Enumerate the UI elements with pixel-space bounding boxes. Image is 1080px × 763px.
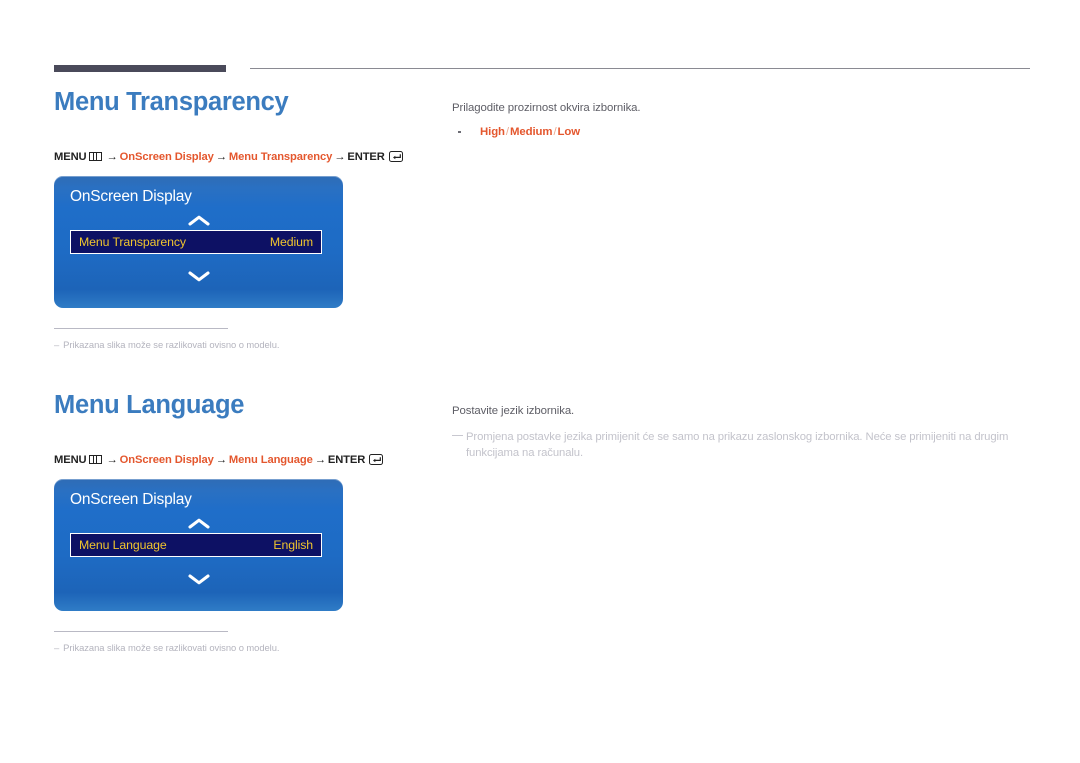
breadcrumb: MENU → OnScreen Display → Menu Language → ENTE…	[54, 454, 384, 466]
osd-scroll-up[interactable]	[54, 517, 343, 530]
footnote-dash: –	[54, 339, 60, 350]
chevron-up-icon	[187, 215, 210, 226]
option-medium[interactable]: Medium	[510, 126, 553, 138]
breadcrumb-arrow-1: →	[106, 454, 118, 466]
description-menu-transparency: Prilagodite prozirnost okvira izbornika.…	[452, 100, 1012, 141]
breadcrumb-arrow-2: →	[215, 151, 227, 163]
option-list: High/Medium/Low	[452, 124, 1012, 141]
enter-return-icon	[369, 454, 384, 465]
chevron-down-icon	[187, 271, 210, 282]
chevron-up-icon	[187, 518, 210, 529]
chevron-down-icon	[187, 574, 210, 585]
breadcrumb-enter-label: ENTER	[327, 454, 366, 466]
footnote: – Prikazana slika može se razlikovati ovi…	[54, 339, 279, 350]
breadcrumb-item-menu-language[interactable]: Menu Language	[229, 454, 313, 466]
option-high[interactable]: High	[480, 126, 505, 138]
page-title: Menu Transparency	[54, 88, 289, 116]
breadcrumb-arrow-3: →	[334, 151, 346, 163]
description-menu-language: Postavite jezik izbornika. Promjena post…	[452, 403, 1022, 462]
osd-preview-menu-transparency: OnScreen Display Menu Transparency Mediu…	[54, 176, 343, 308]
note-text: Promjena postavke jezika primijenit će s…	[466, 430, 1009, 460]
osd-row-value: English	[273, 538, 313, 552]
page-title: Menu Language	[54, 391, 245, 419]
breadcrumb: MENU → OnScreen Display → Menu Transparency →…	[54, 151, 403, 163]
header-rule-thin	[250, 68, 1030, 69]
breadcrumb-menu-label: MENU	[54, 454, 87, 466]
breadcrumb-arrow-1: →	[106, 151, 118, 163]
page-header-rules	[0, 0, 1080, 72]
breadcrumb-item-menu-transparency[interactable]: Menu Transparency	[229, 151, 332, 163]
osd-scroll-down[interactable]	[54, 270, 343, 283]
osd-preview-menu-language: OnScreen Display Menu Language English	[54, 479, 343, 611]
osd-row-menu-transparency[interactable]: Menu Transparency Medium	[70, 230, 322, 254]
osd-title: OnScreen Display	[70, 491, 192, 508]
note-dash-icon	[452, 434, 463, 437]
description-text: Prilagodite prozirnost okvira izbornika.	[452, 102, 641, 114]
menu-grid-icon	[88, 455, 102, 464]
option-low[interactable]: Low	[558, 126, 581, 138]
header-rule-thick	[54, 65, 226, 72]
enter-return-icon	[388, 151, 403, 162]
note-block: Promjena postavke jezika primijenit će s…	[452, 429, 1022, 463]
osd-scroll-down[interactable]	[54, 573, 343, 586]
osd-row-menu-language[interactable]: Menu Language English	[70, 533, 322, 557]
footnote: – Prikazana slika može se razlikovati ovi…	[54, 642, 279, 653]
footnote-divider	[54, 328, 228, 330]
list-item: High/Medium/Low	[452, 124, 1012, 141]
breadcrumb-item-onscreen-display[interactable]: OnScreen Display	[120, 151, 214, 163]
footnote-divider	[54, 631, 228, 633]
footnote-text: Prikazana slika može se razlikovati ovis…	[63, 642, 280, 653]
osd-row-value: Medium	[269, 235, 313, 249]
breadcrumb-item-onscreen-display[interactable]: OnScreen Display	[120, 454, 214, 466]
breadcrumb-menu-label: MENU	[54, 151, 87, 163]
osd-row-label: Menu Transparency	[79, 235, 186, 249]
footnote-dash: –	[54, 642, 60, 653]
breadcrumb-arrow-2: →	[215, 454, 227, 466]
breadcrumb-arrow-3: →	[314, 454, 326, 466]
breadcrumb-enter-label: ENTER	[347, 151, 385, 163]
footnote-text: Prikazana slika može se razlikovati ovis…	[63, 339, 280, 350]
osd-scroll-up[interactable]	[54, 214, 343, 227]
menu-grid-icon	[88, 152, 102, 161]
description-text: Postavite jezik izbornika.	[452, 405, 575, 417]
osd-row-label: Menu Language	[79, 538, 167, 552]
osd-title: OnScreen Display	[70, 188, 192, 205]
